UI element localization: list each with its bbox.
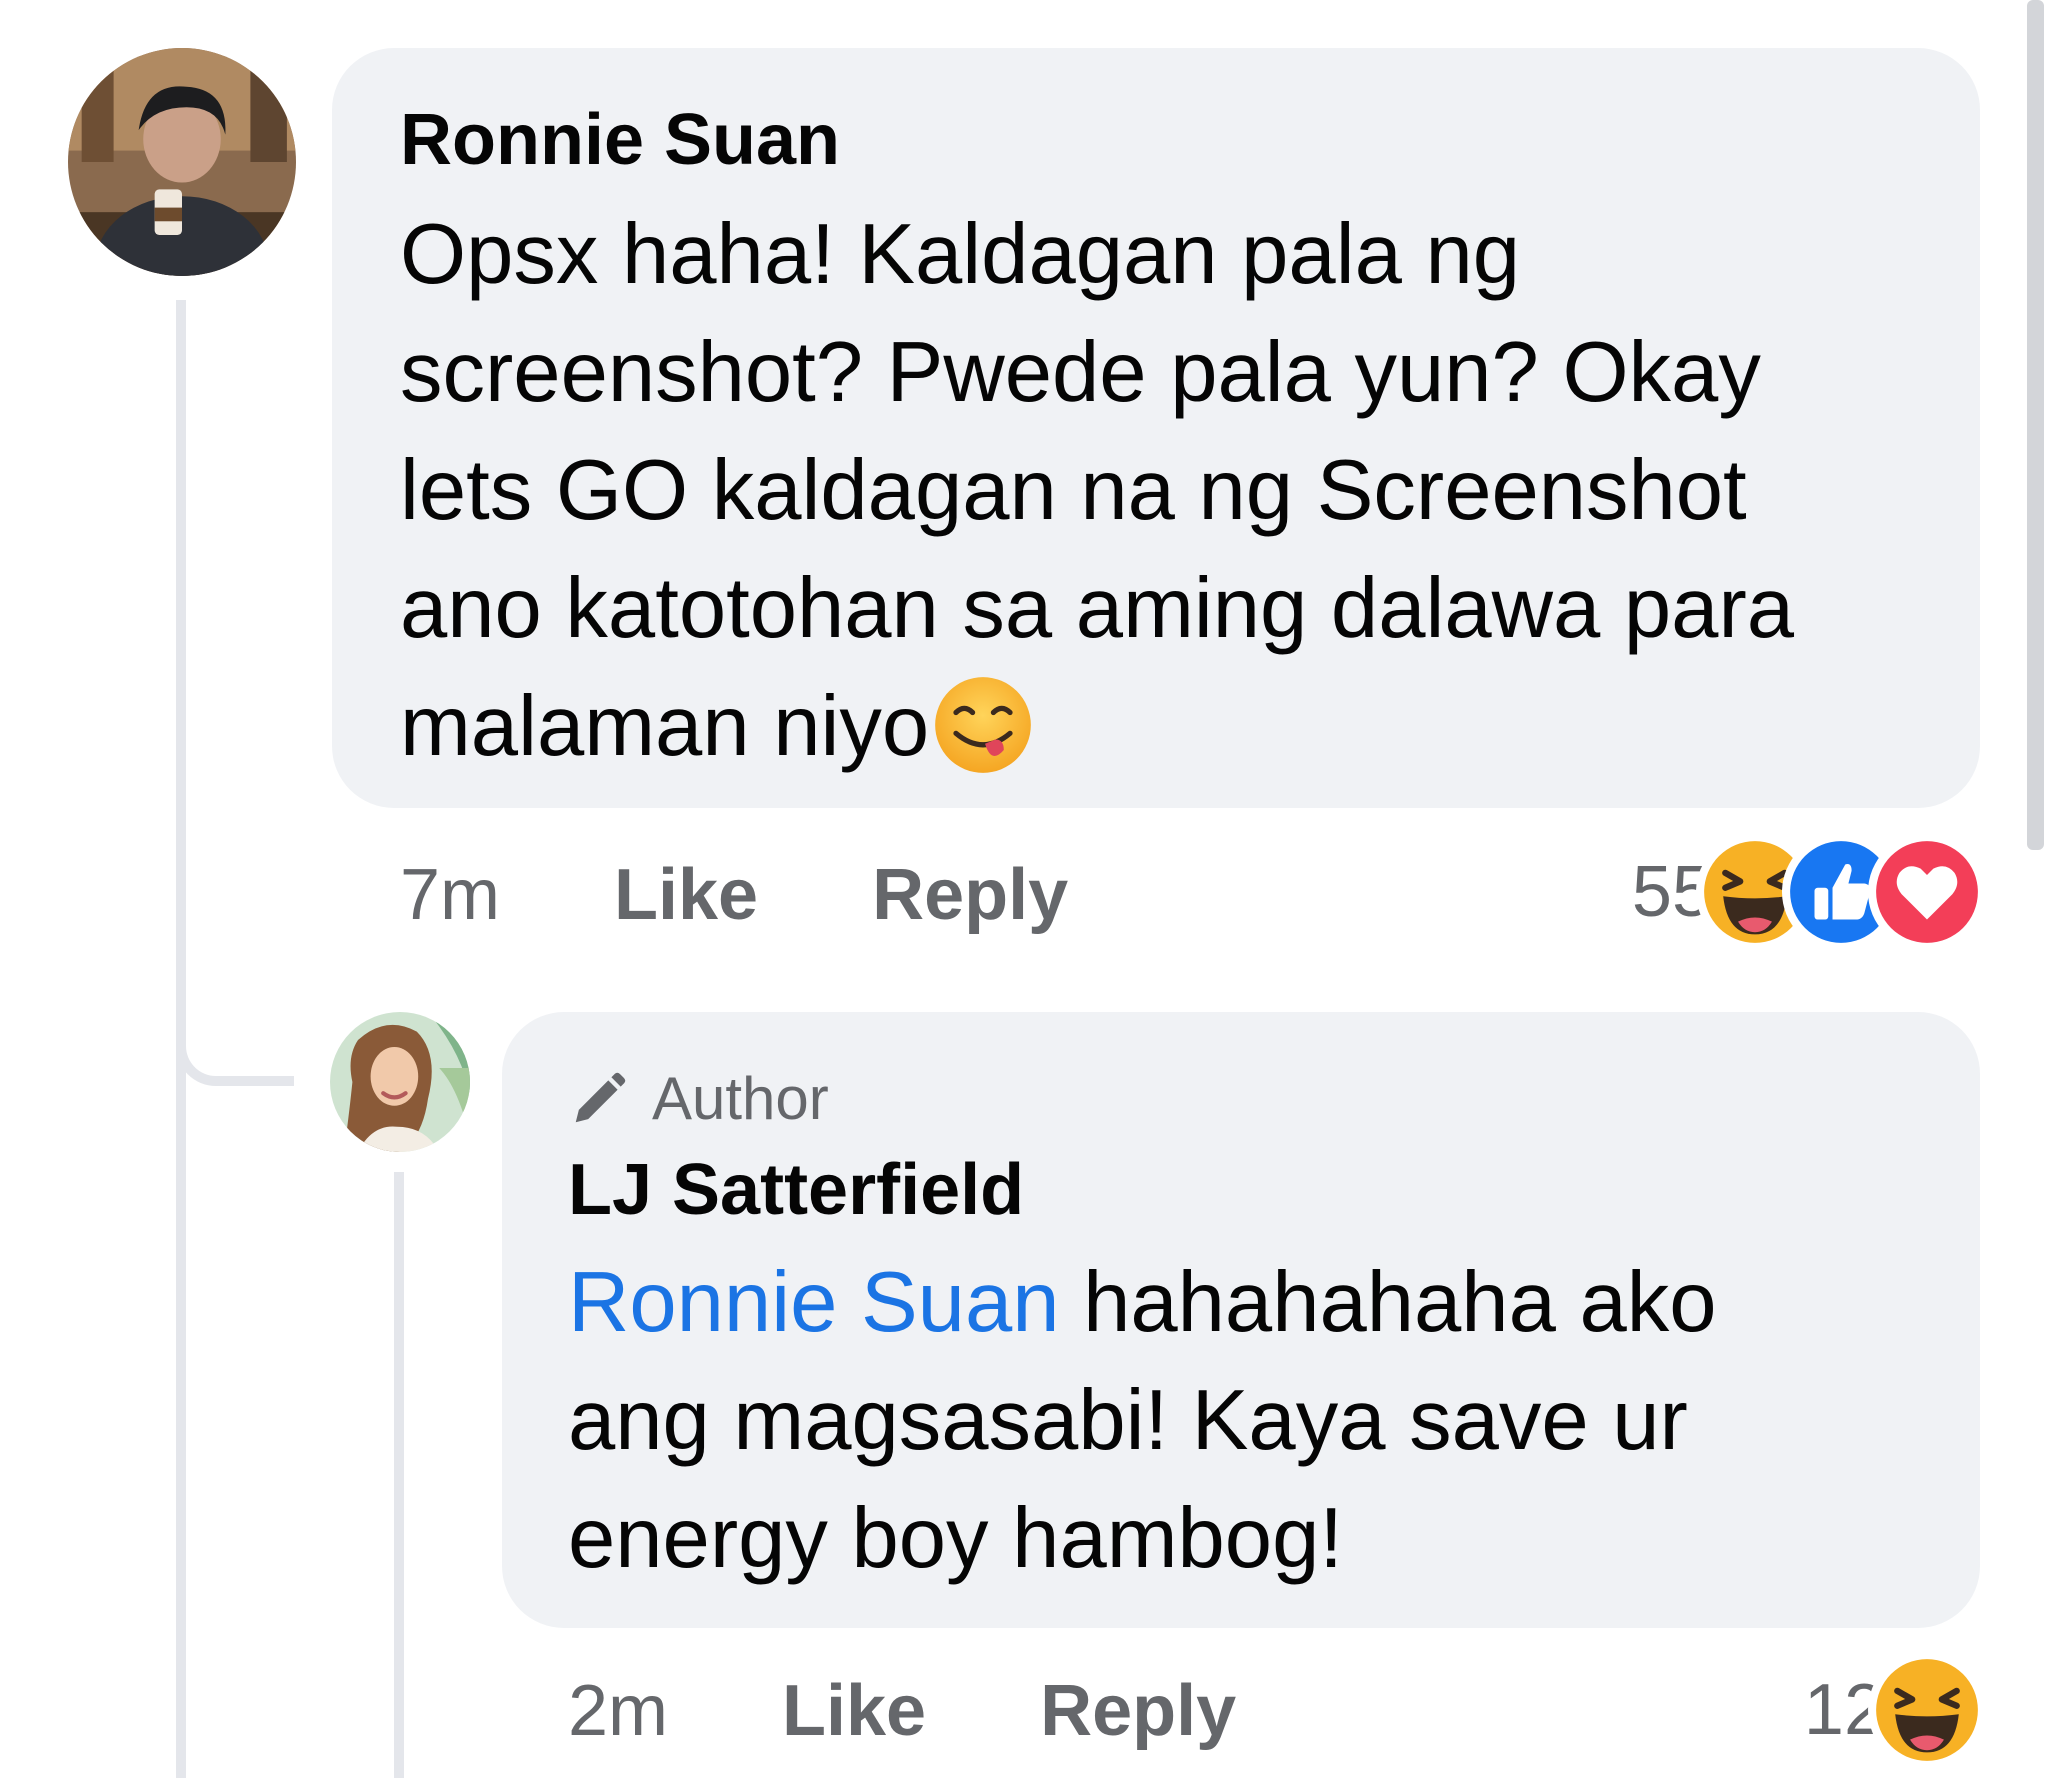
thread-line-reply	[394, 1172, 404, 1778]
reply-timestamp[interactable]: 2m	[568, 1670, 668, 1752]
reply-text-line: Ronnie Suan hahahahaha ako	[568, 1244, 1958, 1362]
comment-timestamp[interactable]: 7m	[400, 854, 500, 936]
love-reaction-icon	[1874, 839, 1980, 945]
reply-button[interactable]: Reply	[1040, 1670, 1236, 1752]
comment-text-line: lets GO kaldagan na ng Screenshot	[400, 443, 1747, 538]
comment-actions: 7m Like Reply	[400, 850, 1068, 940]
reply-author-name[interactable]: LJ Satterfield	[568, 1146, 1024, 1234]
avatar-photo	[330, 1012, 470, 1152]
thread-line-elbow	[176, 1000, 294, 1086]
comment-text-line: ano katotohan sa aming dalawa para	[400, 561, 1795, 656]
comment-text-line: Opsx haha! Kaldagan pala ng	[400, 207, 1521, 302]
comment-author-name[interactable]: Ronnie Suan	[400, 96, 840, 184]
haha-reaction-icon	[1874, 1657, 1980, 1763]
reply-button[interactable]: Reply	[872, 854, 1068, 936]
face-savoring-food-emoji	[931, 673, 1035, 777]
comment-text-line: malaman niyo	[400, 668, 1960, 786]
reply-text-line: ang magsasabi! Kaya save ur	[568, 1373, 1688, 1468]
reply-reactions[interactable]: 12	[1804, 1654, 1980, 1766]
comment-text: Opsx haha! Kaldagan pala ng screenshot? …	[400, 196, 1960, 786]
comment-text-line-last: malaman niyo	[400, 679, 930, 774]
scrollbar[interactable]	[2027, 0, 2044, 850]
reply-text: Ronnie Suan hahahahaha ako ang magsasabi…	[568, 1244, 1958, 1598]
author-badge-label: Author	[652, 1065, 829, 1132]
reaction-count: 55	[1631, 852, 1712, 932]
avatar-photo	[68, 48, 296, 276]
reply-text-line: energy boy hambog!	[568, 1491, 1343, 1586]
reply-text-first-rest: hahahahaha ako	[1059, 1255, 1717, 1350]
mention-link[interactable]: Ronnie Suan	[568, 1255, 1060, 1350]
comment-text-line: screenshot? Pwede pala yun? Okay	[400, 325, 1761, 420]
author-badge: Author	[568, 1064, 829, 1134]
avatar-ronnie-suan[interactable]	[68, 48, 296, 276]
comment-reactions[interactable]: 55	[1632, 836, 1980, 948]
reply-actions: 2m Like Reply	[568, 1666, 1236, 1756]
like-button[interactable]: Like	[782, 1670, 926, 1752]
avatar-lj-satterfield[interactable]	[330, 1012, 470, 1152]
reaction-count: 12	[1803, 1670, 1884, 1750]
pencil-icon	[575, 1072, 626, 1123]
like-button[interactable]: Like	[614, 854, 758, 936]
